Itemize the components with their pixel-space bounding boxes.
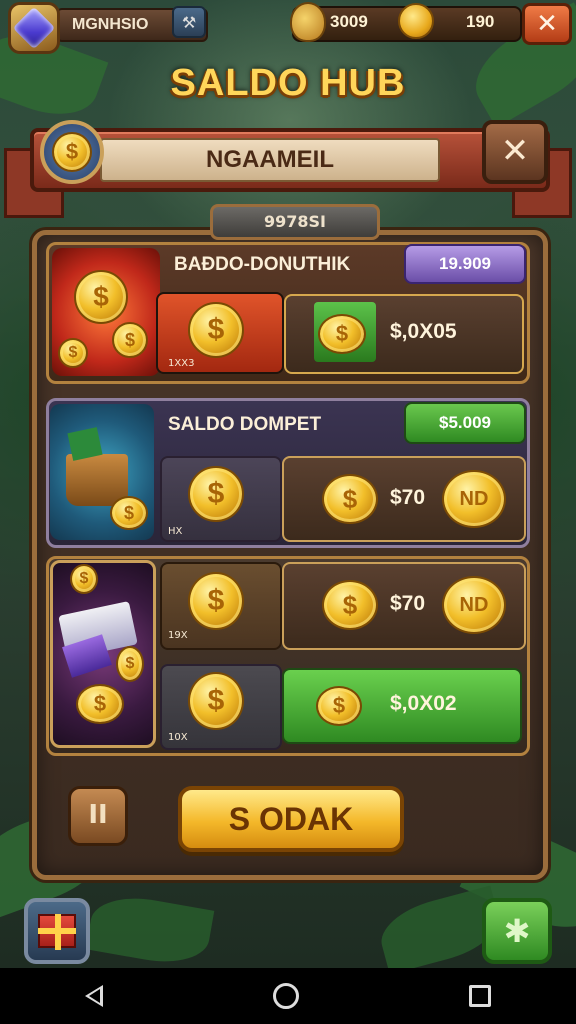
coin-icon: $ <box>76 684 124 724</box>
puzzle-icon: ✱ <box>503 912 531 950</box>
tool-icon[interactable]: ⚒ <box>172 6 206 38</box>
row-amount: $70 <box>390 592 426 615</box>
coin-icon: $ <box>316 686 362 726</box>
pause-button[interactable]: II <box>68 786 128 846</box>
back-icon[interactable] <box>85 985 103 1007</box>
row-title: BAĐDO-DONUTHIK <box>174 254 351 275</box>
row-tiny-label: HX <box>168 526 183 537</box>
coin-icon <box>398 3 434 39</box>
row-tiny-label: 10X <box>168 732 188 743</box>
coin-icon: $ <box>74 270 128 324</box>
top-bar: MGNHSIO ⚒ 3009 190 ✕ <box>0 0 576 54</box>
row-tiny-label: 1XX3 <box>168 358 195 369</box>
coin-icon: $ <box>188 302 244 358</box>
gift-button[interactable] <box>24 898 90 964</box>
coin-icon: $ <box>322 474 378 524</box>
coin-badge-icon: $ <box>40 120 104 184</box>
gem-icon[interactable] <box>8 2 60 54</box>
coin-value: 190 <box>466 12 495 31</box>
home-icon[interactable] <box>273 983 299 1009</box>
recent-apps-icon[interactable] <box>469 985 491 1007</box>
row-title: SALDO DOMPET <box>168 414 322 435</box>
row-amount: $70 <box>390 486 426 509</box>
coin-icon: $ <box>322 580 378 630</box>
gift-icon <box>38 914 76 950</box>
main-action-button[interactable]: S ODAK <box>178 786 404 852</box>
money-bag-icon <box>290 2 326 42</box>
price-pill[interactable]: $5.009 <box>404 402 526 444</box>
coin-icon: $ <box>110 496 148 530</box>
ribbon-close-button[interactable]: ✕ <box>482 120 548 184</box>
row-tiny-label: 19X <box>168 630 188 641</box>
sub-tab[interactable]: 9978SI <box>210 204 380 240</box>
puzzle-button[interactable]: ✱ <box>482 898 552 964</box>
row-amount: $,0X02 <box>390 692 457 715</box>
ribbon-label: NGAAMEIL <box>100 138 440 182</box>
close-button[interactable]: ✕ <box>522 3 572 45</box>
system-nav-bar <box>0 968 576 1024</box>
nd-coin-badge: ND <box>442 576 506 634</box>
page-title: SALDO HUB <box>170 62 406 104</box>
coin-icon: $ <box>188 466 244 522</box>
row-amount: $,0X05 <box>390 320 457 343</box>
price-pill[interactable]: 19.909 <box>404 244 526 284</box>
coin-icon: $ <box>318 314 366 354</box>
coin-icon: $ <box>58 338 88 368</box>
coin-icon: $ <box>188 672 244 730</box>
gold-value: 3009 <box>330 12 368 31</box>
coin-icon: $ <box>116 646 144 682</box>
player-name: MGNHSIO <box>72 16 149 33</box>
coin-icon: $ <box>70 564 98 594</box>
nd-coin-badge: ND <box>442 470 506 528</box>
coin-icon: $ <box>188 572 244 630</box>
coin-icon: $ <box>112 322 148 358</box>
